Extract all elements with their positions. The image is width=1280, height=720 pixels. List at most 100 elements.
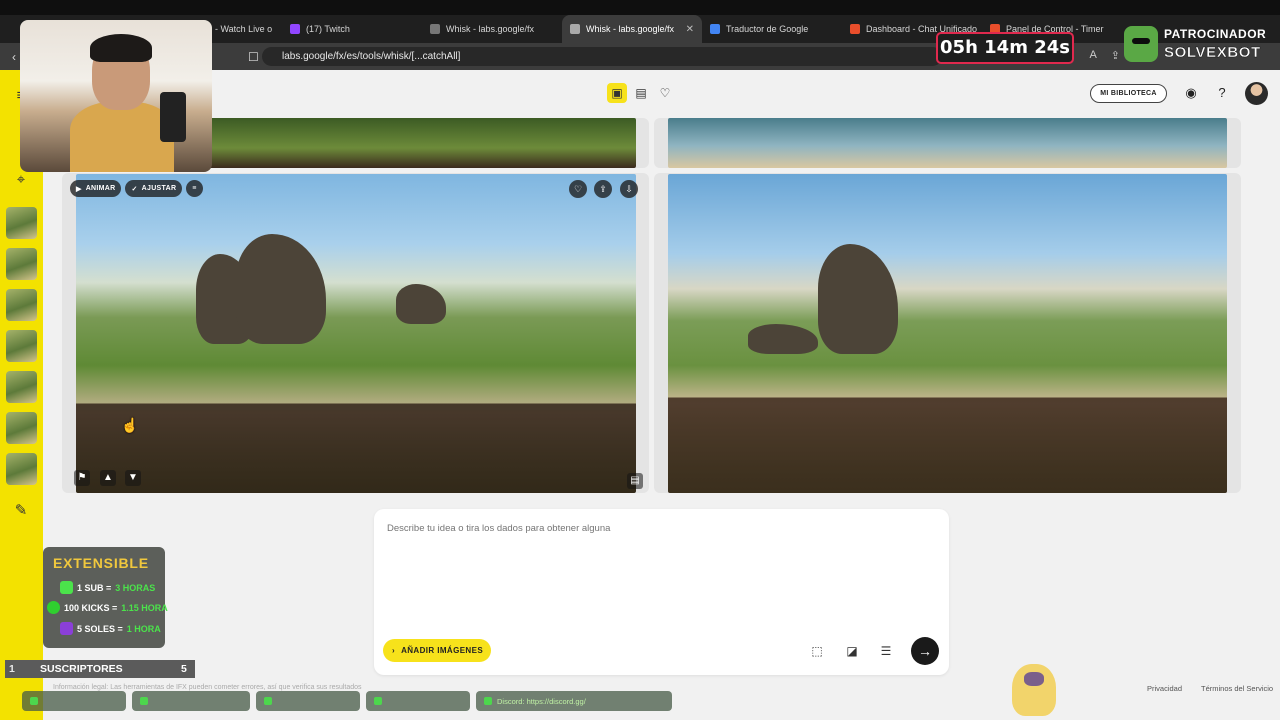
dinosaur-shape <box>396 284 446 324</box>
text-lines-icon: ≡ <box>192 185 197 192</box>
screen-top-strip <box>0 0 1280 15</box>
tab-twitch[interactable]: (17) Twitch <box>282 15 422 43</box>
settings-sliders-icon[interactable]: ☰ <box>877 642 895 660</box>
rule-value: 1.15 HORA <box>121 602 168 613</box>
subs-current: 1 <box>9 663 15 675</box>
share-icon[interactable]: ⇪ <box>1111 49 1120 62</box>
adjust-button[interactable]: ✓ AJUSTAR <box>125 180 183 197</box>
history-thumbnail[interactable] <box>6 453 37 485</box>
kick-icon <box>374 697 382 705</box>
privacy-link[interactable]: Privacidad <box>1147 684 1182 693</box>
header-mode-toolbar: ▣ ▤ ♡ <box>607 83 675 103</box>
rule-value: 3 HORAS <box>115 582 156 593</box>
video-mode-icon[interactable]: ▤ <box>631 83 651 103</box>
url-field[interactable]: labs.google/fx/es/tools/whisk/[...catchA… <box>262 47 942 66</box>
discord-alert-text: Discord: https://discord.gg/ <box>497 696 586 706</box>
soles-icon <box>60 622 73 635</box>
generated-image-dinosaur-park-1[interactable] <box>76 174 636 493</box>
dinosaur-shape <box>236 234 326 344</box>
microphone <box>160 92 186 142</box>
discord-icon[interactable]: ◉ <box>1183 85 1199 101</box>
stream-timer: 05h 14m 24s <box>936 32 1074 64</box>
delete-icon[interactable]: ▤ <box>627 473 643 489</box>
adjust-label: AJUSTAR <box>141 185 177 192</box>
tab-title: Whisk - labs.google/fx <box>586 24 675 34</box>
close-tab-icon[interactable]: ✕ <box>686 24 694 35</box>
favorite-icon[interactable]: ♡ <box>569 180 587 198</box>
kick-icon <box>30 697 38 705</box>
adjust-icon: ✓ <box>131 185 138 193</box>
chat-alert-discord: Discord: https://discord.gg/ <box>476 691 672 711</box>
tab-whisk-active[interactable]: Whisk - labs.google/fx ✕ <box>562 15 702 43</box>
generated-image-dinosaur-park-2[interactable] <box>668 174 1227 493</box>
prompt-input[interactable] <box>387 520 927 536</box>
history-thumbnail[interactable] <box>6 371 37 403</box>
chat-alert <box>256 691 360 711</box>
rule-text: 5 SOLES = <box>77 623 123 634</box>
terms-link[interactable]: Términos del Servicio <box>1201 684 1273 693</box>
sponsor-name: SOLVEXBOT <box>1164 44 1261 61</box>
my-library-button[interactable]: MI BIBLIOTECA <box>1090 84 1167 103</box>
location-pin-icon[interactable]: ⌖ <box>11 170 31 190</box>
image-frame-icon[interactable]: ◪ <box>843 642 861 660</box>
extensible-rule-soles: 5 SOLES = 1 HORA <box>60 622 161 635</box>
history-thumbnail[interactable] <box>6 248 37 280</box>
legal-notice: Información legal: Las herramientas de I… <box>53 684 362 691</box>
webcam-overlay <box>20 20 212 172</box>
google-translate-icon <box>710 24 720 34</box>
animate-icon: ▶ <box>76 185 82 193</box>
thumbs-up-icon[interactable]: ▲ <box>100 470 116 486</box>
tab-title: Traductor de Google <box>726 24 809 34</box>
share-icon[interactable]: ⇪ <box>594 180 612 198</box>
add-images-label: AÑADIR IMÁGENES <box>401 646 484 655</box>
dinosaur-shape <box>818 244 898 354</box>
whisk-icon <box>570 24 580 34</box>
flag-icon[interactable]: ⚑ <box>74 470 90 486</box>
chat-alert <box>132 691 250 711</box>
rule-text: 1 SUB = <box>77 582 112 593</box>
add-images-button[interactable]: › AÑADIR IMÁGENES <box>383 639 491 662</box>
back-icon[interactable]: ‹ <box>12 50 16 64</box>
avatar[interactable] <box>1245 82 1268 105</box>
history-thumbnail[interactable] <box>6 289 37 321</box>
send-button[interactable]: → <box>911 637 939 665</box>
animate-button[interactable]: ▶ ANIMAR <box>70 180 122 197</box>
image-action-chips: ▶ ANIMAR ✓ AJUSTAR ≡ <box>70 180 203 197</box>
dinosaur-shape <box>748 324 818 354</box>
history-thumbnail[interactable] <box>6 330 37 362</box>
download-icon[interactable]: ⇩ <box>620 180 638 198</box>
rule-text: 100 KICKS = <box>64 602 118 613</box>
chat-alert <box>366 691 470 711</box>
chat-alert <box>22 691 126 711</box>
tab-title: Whisk - labs.google/fx <box>446 24 535 34</box>
prompt-details-button[interactable]: ≡ <box>186 180 203 197</box>
tab-whisk[interactable]: Whisk - labs.google/fx <box>422 15 562 43</box>
sponsor-banner: PATROCINADOR SOLVEXBOT <box>1120 24 1280 68</box>
subs-goal: 5 <box>181 663 187 675</box>
history-thumbnail[interactable] <box>6 412 37 444</box>
dashboard-icon <box>850 24 860 34</box>
extensible-rule-kicks: 100 KICKS = 1.15 HORA <box>47 601 168 614</box>
streamer-body <box>70 102 174 172</box>
bookmark-icon[interactable]: ☐ <box>248 50 259 64</box>
edit-pen-icon[interactable]: ✎ <box>11 501 31 521</box>
hand-cursor-icon: ☝ <box>121 417 139 433</box>
history-thumbnail[interactable] <box>6 207 37 239</box>
mascot-character <box>1012 664 1056 716</box>
favorites-heart-icon[interactable]: ♡ <box>655 83 675 103</box>
generated-image-lake-shore[interactable] <box>668 118 1227 168</box>
tab-translate[interactable]: Traductor de Google <box>702 15 842 43</box>
thumbs-down-icon[interactable]: ▼ <box>125 470 141 486</box>
chevron-right-icon: › <box>392 646 396 655</box>
kick-icon <box>264 697 272 705</box>
whisk-icon <box>430 24 440 34</box>
streamer-hair <box>90 34 152 62</box>
help-icon[interactable]: ? <box>1214 85 1230 101</box>
translate-icon[interactable]: A <box>1089 49 1096 62</box>
robot-logo-icon <box>1124 26 1158 62</box>
image-mode-icon[interactable]: ▣ <box>607 83 627 103</box>
aspect-ratio-icon[interactable]: ⬚ <box>808 642 826 660</box>
tab-title: (17) Twitch <box>306 24 350 34</box>
rule-value: 1 HORA <box>126 623 161 634</box>
sponsor-label: PATROCINADOR <box>1164 27 1267 41</box>
